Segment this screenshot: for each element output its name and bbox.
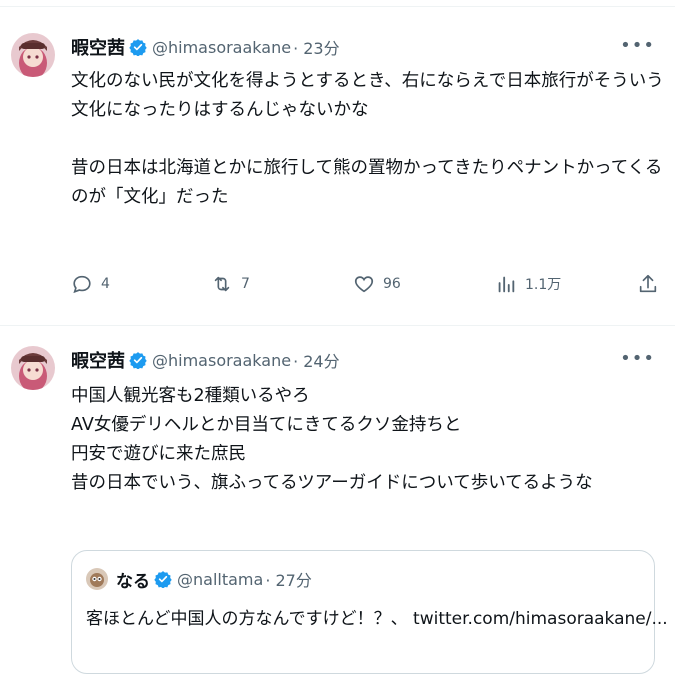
tweet-text: 文化のない民が文化を得ようとするとき、右にならえで日本旅行がそういう 文化になっ… xyxy=(71,67,664,212)
share-icon xyxy=(639,274,657,293)
tweet-text-line: 円安で遊びに来た庶民 xyxy=(71,444,246,464)
quoted-timestamp: · 27分 xyxy=(265,571,312,590)
views-count: 1.1万 xyxy=(525,277,562,293)
tweet-text-line: 昔の日本は北海道とかに旅行して熊の置物かってきたりペナントかってくる xyxy=(71,158,663,178)
handle[interactable]: @himasoraakane xyxy=(152,351,291,370)
like-count: 96 xyxy=(383,276,401,292)
reply-button[interactable]: 4 xyxy=(71,269,110,299)
tweet-text-line: 昔の日本でいう、旗ふってるツアーガイドについて歩いてるような xyxy=(71,473,593,493)
views-button[interactable]: 1.1万 xyxy=(495,269,561,299)
action-bar: 4 7 96 1.1万 xyxy=(71,269,661,299)
like-button[interactable]: 96 xyxy=(353,269,401,299)
avatar[interactable] xyxy=(11,346,55,390)
retweet-icon xyxy=(214,276,230,292)
display-name[interactable]: 暇空茜 xyxy=(71,34,125,60)
quoted-handle: @nalltama xyxy=(177,569,264,589)
share-button[interactable] xyxy=(637,269,659,299)
reply-icon xyxy=(73,275,91,294)
tweet[interactable]: 暇空茜 @himasoraakane · 24分 ••• 中国人観光客も2種類い… xyxy=(0,326,675,675)
verified-badge-icon xyxy=(154,570,172,588)
verified-badge-icon xyxy=(129,38,147,56)
quoted-avatar xyxy=(86,568,108,590)
quoted-tweet[interactable]: なる @nalltama · 27分 客ほとんど中国人の方なんですけど！？、 t… xyxy=(71,550,668,674)
more-options-icon[interactable]: ••• xyxy=(620,348,655,369)
analytics-icon xyxy=(498,276,515,293)
verified-badge-icon xyxy=(129,351,147,369)
quoted-tweet-header: なる @nalltama · 27分 xyxy=(86,567,312,592)
retweet-count: 7 xyxy=(241,276,250,292)
quoted-display-name: なる xyxy=(116,571,150,592)
tweet-header: 暇空茜 @himasoraakane · 24分 xyxy=(71,347,340,373)
top-divider xyxy=(0,0,675,7)
tweet[interactable]: 暇空茜 @himasoraakane · 23分 ••• 文化のない民が文化を得… xyxy=(0,7,675,326)
retweet-button[interactable]: 7 xyxy=(211,269,250,299)
timestamp[interactable]: · 23分 xyxy=(293,35,340,59)
tweet-text-line: 中国人観光客も2種類いるやろ xyxy=(71,386,310,406)
display-name[interactable]: 暇空茜 xyxy=(71,347,125,373)
timestamp[interactable]: · 24分 xyxy=(293,348,340,372)
reply-count: 4 xyxy=(101,276,110,292)
tweet-text-line: 文化になったりはするんじゃないかな xyxy=(71,100,369,120)
quoted-tweet-text: 客ほとんど中国人の方なんですけど！？、 twitter.com/himasora… xyxy=(86,609,668,629)
tweet-text-line: 文化のない民が文化を得ようとするとき、右にならえで日本旅行がそういう xyxy=(71,71,664,91)
tweet-text-line: のが「文化」だった xyxy=(71,187,229,207)
heart-icon xyxy=(354,276,374,293)
handle[interactable]: @himasoraakane xyxy=(152,38,291,57)
more-options-icon[interactable]: ••• xyxy=(620,35,655,56)
tweet-header: 暇空茜 @himasoraakane · 23分 xyxy=(71,34,340,60)
avatar[interactable] xyxy=(11,33,55,77)
tweet-text: 中国人観光客も2種類いるやろ AV女優デリヘルとか目当てにきてるクソ金持ちと 円… xyxy=(71,382,593,498)
tweet-text-line: AV女優デリヘルとか目当てにきてるクソ金持ちと xyxy=(71,415,462,435)
